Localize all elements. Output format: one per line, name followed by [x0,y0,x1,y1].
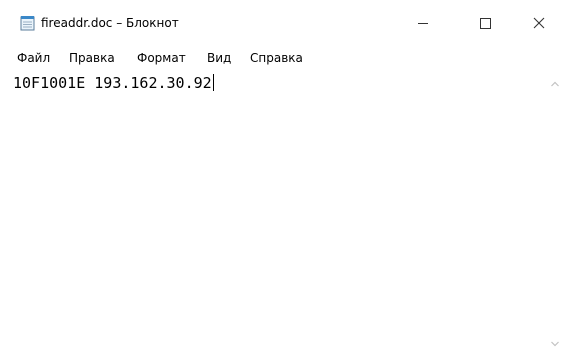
menu-help[interactable]: Справка [250,51,303,65]
close-icon [533,17,545,29]
minimize-button[interactable] [400,0,446,46]
minimize-icon [418,23,428,24]
menu-view[interactable]: Вид [207,51,231,65]
notepad-icon [20,16,35,31]
vertical-scrollbar[interactable] [548,70,562,356]
menu-file[interactable]: Файл [17,51,50,65]
editor-text: 10F1001E 193.162.30.92 [13,74,212,92]
maximize-button[interactable] [462,0,508,46]
window-title: fireaddr.doc – Блокнот [41,16,179,30]
menu-format[interactable]: Формат [137,51,186,65]
text-caret [212,74,214,91]
scroll-down-icon[interactable] [548,338,562,350]
scroll-up-icon[interactable] [548,78,562,90]
editor-content: 10F1001E 193.162.30.92 [13,73,214,93]
menu-bar: Файл Правка Формат Вид Справка [0,46,562,70]
notepad-window: fireaddr.doc – Блокнот Файл Правка Форма… [0,0,562,356]
maximize-icon [480,18,491,29]
menu-edit[interactable]: Правка [69,51,115,65]
text-editor[interactable]: 10F1001E 193.162.30.92 [0,70,548,356]
title-bar[interactable]: fireaddr.doc – Блокнот [0,0,562,46]
close-button[interactable] [516,0,562,46]
